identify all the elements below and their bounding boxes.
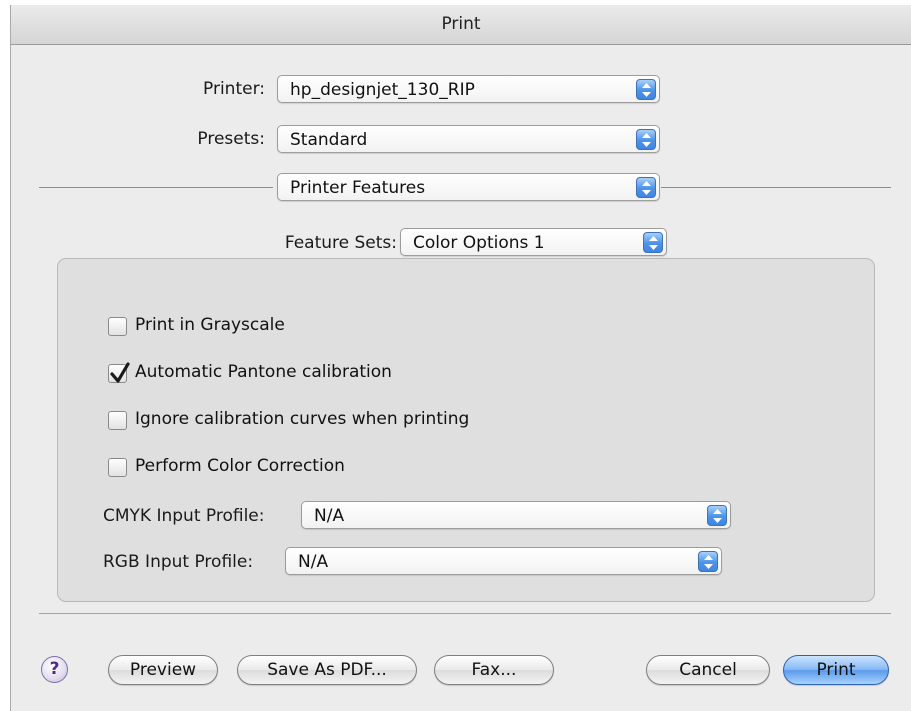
rgb-profile-value: N/A bbox=[298, 552, 329, 572]
popup-arrows-icon bbox=[707, 505, 727, 526]
rgb-profile-label: RGB Input Profile: bbox=[103, 552, 254, 572]
popup-arrows-icon bbox=[636, 177, 656, 198]
pane-popup[interactable]: Printer Features bbox=[277, 173, 660, 201]
separator-left bbox=[39, 187, 273, 188]
pantone-checkbox[interactable] bbox=[108, 362, 130, 383]
window-title: Print bbox=[441, 14, 481, 34]
color-correction-checkbox[interactable] bbox=[108, 458, 127, 477]
pantone-label[interactable]: Automatic Pantone calibration bbox=[135, 362, 392, 382]
cmyk-profile-value: N/A bbox=[314, 506, 345, 526]
popup-arrows-icon bbox=[698, 551, 718, 572]
popup-arrows-icon bbox=[636, 79, 656, 100]
popup-arrows-icon bbox=[636, 129, 656, 150]
feature-sets-popup[interactable]: Color Options 1 bbox=[400, 228, 667, 256]
help-button[interactable]: ? bbox=[41, 656, 68, 683]
bottom-separator bbox=[39, 613, 891, 614]
cmyk-profile-popup[interactable]: N/A bbox=[301, 501, 731, 529]
presets-value: Standard bbox=[290, 130, 368, 150]
color-correction-label[interactable]: Perform Color Correction bbox=[135, 456, 345, 476]
feature-sets-label: Feature Sets: bbox=[284, 233, 397, 253]
print-button[interactable]: Print bbox=[783, 655, 889, 685]
separator-right bbox=[661, 187, 891, 188]
feature-sets-value: Color Options 1 bbox=[413, 233, 545, 253]
ignore-curves-checkbox[interactable] bbox=[108, 411, 127, 430]
ignore-curves-label[interactable]: Ignore calibration curves when printing bbox=[135, 409, 469, 429]
pane-value: Printer Features bbox=[290, 178, 426, 198]
rgb-profile-popup[interactable]: N/A bbox=[285, 547, 722, 575]
fax-button[interactable]: Fax... bbox=[434, 655, 554, 685]
printer-value: hp_designjet_130_RIP bbox=[290, 80, 475, 100]
popup-arrows-icon bbox=[643, 232, 663, 253]
grayscale-label[interactable]: Print in Grayscale bbox=[135, 315, 285, 335]
checkmark-icon bbox=[110, 362, 130, 383]
cmyk-profile-label: CMYK Input Profile: bbox=[103, 506, 265, 526]
save-as-pdf-button[interactable]: Save As PDF... bbox=[237, 655, 417, 685]
cancel-button[interactable]: Cancel bbox=[646, 655, 770, 685]
presets-popup[interactable]: Standard bbox=[277, 125, 660, 153]
presets-label: Presets: bbox=[197, 129, 265, 149]
printer-label: Printer: bbox=[203, 79, 265, 99]
printer-popup[interactable]: hp_designjet_130_RIP bbox=[277, 75, 660, 103]
print-dialog: Print Printer: hp_designjet_130_RIP Pres… bbox=[10, 5, 911, 711]
title-bar: Print bbox=[11, 5, 911, 45]
preview-button[interactable]: Preview bbox=[108, 655, 218, 685]
grayscale-checkbox[interactable] bbox=[108, 317, 127, 336]
